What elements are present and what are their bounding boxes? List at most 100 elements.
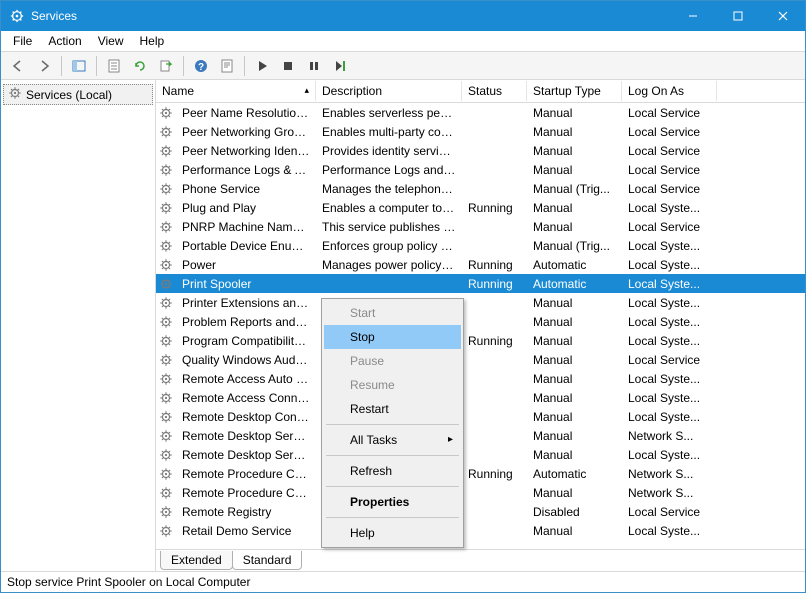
- cell-description: Enables multi-party com...: [316, 124, 462, 140]
- cell-startup: Manual: [527, 333, 622, 349]
- cell-logon: Local Syste...: [622, 390, 717, 406]
- table-row[interactable]: Performance Logs & AlertsPerformance Log…: [156, 160, 805, 179]
- table-row[interactable]: Remote Desktop Services U...ManualLocal …: [156, 445, 805, 464]
- column-headers: Name▴ Description Status Startup Type Lo…: [156, 80, 805, 103]
- tab-standard[interactable]: Standard: [232, 551, 303, 570]
- col-description[interactable]: Description: [316, 81, 462, 101]
- gear-icon: [156, 524, 176, 538]
- cell-status: [462, 454, 527, 456]
- table-row[interactable]: Retail Demo ServiceThe Retail Demo servi…: [156, 521, 805, 540]
- table-row[interactable]: Plug and PlayEnables a computer to r...R…: [156, 198, 805, 217]
- minimize-button[interactable]: [670, 1, 715, 31]
- context-properties[interactable]: Properties: [324, 490, 461, 514]
- table-row[interactable]: PowerManages power policy a...RunningAut…: [156, 255, 805, 274]
- tab-extended[interactable]: Extended: [160, 551, 233, 570]
- table-row[interactable]: Remote RegistryDisabledLocal Service: [156, 502, 805, 521]
- cell-name: Printer Extensions and Notif...: [176, 295, 316, 311]
- menu-view[interactable]: View: [90, 32, 132, 50]
- pause-service-button[interactable]: [302, 54, 326, 78]
- cell-startup: Manual: [527, 105, 622, 121]
- cell-logon: Local Syste...: [622, 447, 717, 463]
- table-row[interactable]: Phone ServiceManages the telephony ...Ma…: [156, 179, 805, 198]
- table-row[interactable]: Peer Networking GroupingEnables multi-pa…: [156, 122, 805, 141]
- cell-status: [462, 397, 527, 399]
- maximize-button[interactable]: [715, 1, 760, 31]
- service-rows[interactable]: Peer Name Resolution Prot...Enables serv…: [156, 103, 805, 549]
- table-row[interactable]: Peer Networking Identity M...Provides id…: [156, 141, 805, 160]
- table-row[interactable]: Print SpoolerRunningAutomaticLocal Syste…: [156, 274, 805, 293]
- cell-startup: Manual: [527, 409, 622, 425]
- forward-button[interactable]: [32, 54, 56, 78]
- table-row[interactable]: Remote Access Auto Conne...ManualLocal S…: [156, 369, 805, 388]
- col-status[interactable]: Status: [462, 81, 527, 101]
- context-all-tasks[interactable]: All Tasks▸: [324, 428, 461, 452]
- col-name[interactable]: Name▴: [156, 81, 316, 101]
- help-button[interactable]: ?: [189, 54, 213, 78]
- table-row[interactable]: Remote Procedure Call (RP...ManualNetwor…: [156, 483, 805, 502]
- cell-startup: Manual: [527, 390, 622, 406]
- cell-startup: Manual: [527, 371, 622, 387]
- cell-name: Remote Procedure Call (RPC): [176, 466, 316, 482]
- cell-logon: Network S...: [622, 485, 717, 501]
- refresh-button[interactable]: [128, 54, 152, 78]
- cell-logon: Local Syste...: [622, 257, 717, 273]
- menu-help[interactable]: Help: [132, 32, 173, 50]
- export-button[interactable]: [154, 54, 178, 78]
- gear-icon: [156, 410, 176, 424]
- table-row[interactable]: Portable Device Enumerator...Enforces gr…: [156, 236, 805, 255]
- cell-logon: Local Syste...: [622, 238, 717, 254]
- cell-startup: Disabled: [527, 504, 622, 520]
- cell-status: Running: [462, 257, 527, 273]
- start-service-button[interactable]: [250, 54, 274, 78]
- menu-action[interactable]: Action: [40, 32, 89, 50]
- table-row[interactable]: Remote Access Connection...ManualLocal S…: [156, 388, 805, 407]
- table-row[interactable]: Quality Windows Audio Vid...ManualLocal …: [156, 350, 805, 369]
- window-title: Services: [31, 9, 77, 23]
- cell-startup: Manual: [527, 219, 622, 235]
- restart-service-button[interactable]: [328, 54, 352, 78]
- cell-startup: Manual: [527, 143, 622, 159]
- cell-startup: Manual: [527, 447, 622, 463]
- table-row[interactable]: Peer Name Resolution Prot...Enables serv…: [156, 103, 805, 122]
- table-row[interactable]: Program Compatibility Assi...RunningManu…: [156, 331, 805, 350]
- table-row[interactable]: Problem Reports and Soluti...ManualLocal…: [156, 312, 805, 331]
- cell-status: [462, 112, 527, 114]
- cell-name: Remote Access Auto Conne...: [176, 371, 316, 387]
- titlebar: Services: [1, 1, 805, 31]
- cell-startup: Manual: [527, 200, 622, 216]
- gear-icon: [156, 220, 176, 234]
- gear-icon: [156, 258, 176, 272]
- col-log-on-as[interactable]: Log On As: [622, 81, 717, 101]
- gear-icon: [156, 315, 176, 329]
- stop-service-button[interactable]: [276, 54, 300, 78]
- cell-logon: Network S...: [622, 466, 717, 482]
- context-help[interactable]: Help: [324, 521, 461, 545]
- context-stop[interactable]: Stop: [324, 325, 461, 349]
- table-row[interactable]: Remote Desktop Configurat...ManualLocal …: [156, 407, 805, 426]
- tree-root-label: Services (Local): [26, 88, 112, 102]
- help-topics-button[interactable]: [215, 54, 239, 78]
- context-refresh[interactable]: Refresh: [324, 459, 461, 483]
- cell-logon: Local Syste...: [622, 523, 717, 539]
- cell-startup: Manual: [527, 124, 622, 140]
- back-button[interactable]: [6, 54, 30, 78]
- table-row[interactable]: Remote Procedure Call (RPC)RunningAutoma…: [156, 464, 805, 483]
- cell-startup: Manual: [527, 295, 622, 311]
- table-row[interactable]: Printer Extensions and Notif...ManualLoc…: [156, 293, 805, 312]
- col-startup-type[interactable]: Startup Type: [527, 81, 622, 101]
- cell-status: [462, 245, 527, 247]
- gear-icon: [156, 505, 176, 519]
- tree-root-services-local[interactable]: Services (Local): [3, 84, 153, 105]
- table-row[interactable]: Remote Desktop ServicesManualNetwork S..…: [156, 426, 805, 445]
- show-hide-tree-button[interactable]: [67, 54, 91, 78]
- context-restart[interactable]: Restart: [324, 397, 461, 421]
- menu-file[interactable]: File: [5, 32, 40, 50]
- cell-logon: Local Service: [622, 124, 717, 140]
- toolbar: ?: [1, 52, 805, 80]
- table-row[interactable]: PNRP Machine Name Publi...This service p…: [156, 217, 805, 236]
- menubar: File Action View Help: [1, 31, 805, 52]
- close-button[interactable]: [760, 1, 805, 31]
- properties-button[interactable]: [102, 54, 126, 78]
- cell-startup: Manual (Trig...: [527, 181, 622, 197]
- cell-startup: Manual: [527, 314, 622, 330]
